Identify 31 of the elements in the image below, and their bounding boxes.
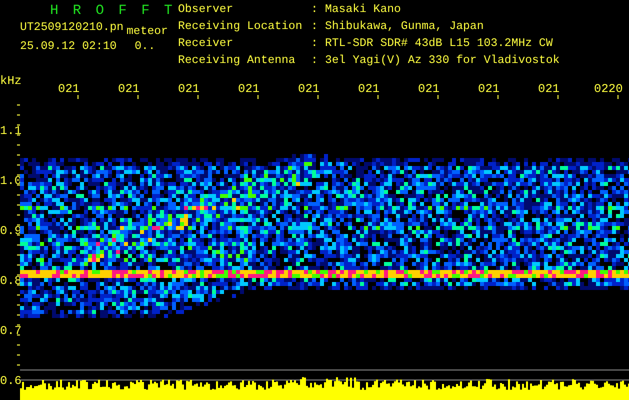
separator-colon: : [311, 4, 319, 18]
axis-unit: kHz [0, 74, 22, 88]
time-tick-label: 021 [298, 82, 320, 96]
info-label: Receiving Location [178, 21, 304, 35]
date-time: 25.09.12 02:10 [20, 40, 117, 53]
app-title: H R O F F T [50, 3, 176, 19]
time-tick-label: 021 [418, 82, 440, 96]
frequency-tick-label: 0.7 [0, 324, 22, 338]
frequency-tick-label: 0.6 [0, 374, 22, 388]
time-tick-label: 0220 [594, 82, 623, 96]
count-text: 0.. [134, 40, 156, 53]
separator-colon: : [311, 21, 319, 35]
time-tick-label: 021 [538, 82, 560, 96]
time-tick-label: 021 [358, 82, 380, 96]
separator-colon: : [311, 55, 319, 69]
info-value: RTL-SDR SDR# 43dB L15 103.2MHz CW [325, 38, 554, 52]
time-tick-label: 021 [58, 82, 80, 96]
separator-colon: : [311, 38, 319, 52]
time-tick-label: 021 [118, 82, 140, 96]
info-value: 3el Yagi(V) Az 330 for Vladivostok [325, 55, 560, 69]
file-note: meteor [126, 25, 168, 38]
file-name: UT2509120210.pn [20, 21, 124, 34]
info-value: Shibukawa, Gunma, Japan [325, 21, 485, 35]
info-label: Observer [178, 4, 234, 18]
info-value: Masaki Kano [325, 4, 402, 18]
time-tick-label: 021 [478, 82, 500, 96]
time-tick-label: 021 [178, 82, 200, 96]
frequency-tick-label: 1.1 [0, 124, 22, 138]
info-label: Receiving Antenna [178, 55, 296, 69]
time-tick-label: 021 [238, 82, 260, 96]
info-label: Receiver [178, 38, 234, 52]
